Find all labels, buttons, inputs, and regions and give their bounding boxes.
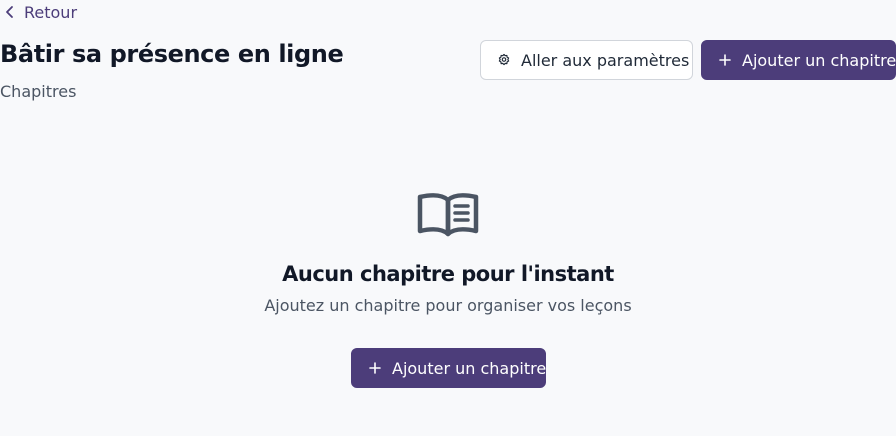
gear-icon	[497, 53, 511, 67]
open-book-icon	[417, 190, 479, 238]
add-chapter-button-label: Ajouter un chapitre	[742, 50, 896, 70]
page-subtitle: Chapitres	[0, 82, 77, 101]
empty-state-add-chapter-button-label: Ajouter un chapitre	[392, 358, 547, 378]
settings-button[interactable]: Aller aux paramètres	[480, 40, 693, 80]
back-link[interactable]: Retour	[4, 1, 77, 23]
back-link-label: Retour	[24, 2, 78, 22]
plus-icon	[718, 53, 732, 67]
page-title: Bâtir sa présence en ligne	[0, 40, 344, 68]
chevron-left-icon	[4, 5, 16, 19]
empty-state: Aucun chapitre pour l'instant Ajoutez un…	[0, 190, 896, 315]
empty-state-title: Aucun chapitre pour l'instant	[282, 262, 614, 286]
empty-state-add-chapter-button[interactable]: Ajouter un chapitre	[351, 348, 546, 388]
plus-icon	[368, 361, 382, 375]
settings-button-label: Aller aux paramètres	[521, 50, 690, 70]
add-chapter-button[interactable]: Ajouter un chapitre	[701, 40, 896, 80]
empty-state-description: Ajoutez un chapitre pour organiser vos l…	[264, 296, 632, 315]
header-actions: Aller aux paramètres Ajouter un chapitre	[480, 40, 896, 80]
